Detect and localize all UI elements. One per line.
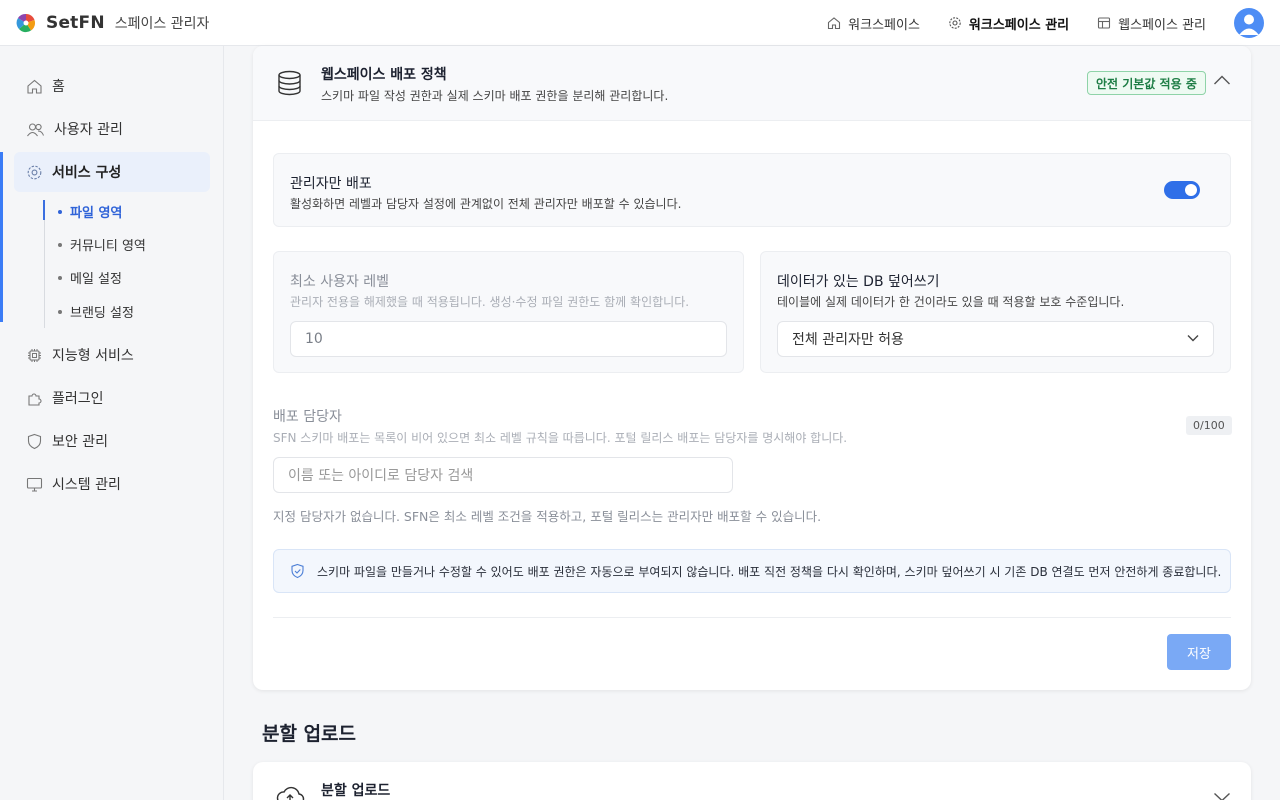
sidebar-item-users[interactable]: 사용자 관리 [14,109,210,149]
brand-name: SetFN [46,12,105,33]
sidebar-subitem-label: 메일 설정 [70,272,122,287]
sidebar-item-home[interactable]: 홈 [14,66,210,106]
sidebar-item-label: 보안 관리 [52,434,108,450]
sidebar-subitem-community[interactable]: 커뮤니티 영역 [58,235,146,254]
db-overwrite-box: 데이터가 있는 DB 덮어쓰기 테이블에 실제 데이터가 한 건이라도 있을 때… [760,251,1231,373]
topnav-webspace-admin[interactable]: 웹스페이스 관리 [1097,14,1206,33]
sidebar-active-accent [0,152,3,322]
sidebar-subitem-label: 커뮤니티 영역 [70,239,146,254]
sidebar-item-system[interactable]: 시스템 관리 [14,464,210,504]
submenu-active-bar [43,200,45,220]
puzzle-icon [28,392,42,406]
sidebar-subitem-branding[interactable]: 브랜딩 설정 [58,302,134,321]
brand-logo-icon [16,13,36,32]
brand-subtitle: 스페이스 관리자 [114,15,210,32]
sidebar-item-label: 시스템 관리 [52,477,121,493]
db-overwrite-description: 테이블에 실제 데이터가 한 건이라도 있을 때 적용할 보호 수준입니다. [777,295,1125,309]
chevron-down-icon [1187,335,1199,342]
sidebar-item-service-config[interactable]: 서비스 구성 [14,152,210,192]
deploy-policy-card: 웹스페이스 배포 정책 스키마 파일 작성 권한과 실제 스키마 배포 권한을 … [253,46,1251,690]
shield-icon [27,433,42,449]
user-avatar-icon [1239,14,1259,35]
bullet-icon [58,209,62,214]
card-description: 스키마 파일 작성 권한과 실제 스키마 배포 권한을 분리해 관리합니다. [321,89,669,103]
bullet-icon [58,309,62,314]
topnav-label: 워크스페이스 [848,17,920,33]
status-badge: 안전 기본값 적용 중 [1087,71,1206,95]
brand[interactable]: SetFN 스페이스 관리자 [0,13,209,33]
save-button[interactable]: 저장 [1167,634,1231,670]
admin-only-title: 관리자만 배포 [290,176,372,192]
bullet-icon [58,242,62,247]
db-overwrite-selected: 전체 관리자만 허용 [792,332,904,348]
bullet-icon [58,275,62,280]
info-note-text: 스키마 파일을 만들거나 수정할 수 있어도 배포 권한은 자동으로 부여되지 … [317,564,1222,579]
users-icon [27,122,45,136]
deployers-title: 배포 담당자 [273,409,342,425]
cloud-upload-icon [276,786,305,800]
chevron-up-icon[interactable] [1213,74,1231,86]
split-upload-card-title: 분할 업로드 [321,783,391,799]
monitor-icon [26,477,43,492]
min-level-description: 관리자 전용을 해제했을 때 적용됩니다. 생성·수정 파일 권한도 함께 확인… [290,295,690,309]
sidebar-item-intelligent[interactable]: 지능형 서비스 [14,335,210,375]
deployers-counter: 0/100 [1186,416,1232,435]
section-title-split-upload: 분할 업로드 [262,723,357,745]
deployers-empty-text: 지정 담당자가 없습니다. SFN은 최소 레벨 조건을 적용하고, 포털 릴리… [273,509,822,524]
topnav-workspace-admin[interactable]: 워크스페이스 관리 [948,14,1069,33]
chip-icon [28,348,41,362]
sidebar-item-label: 플러그인 [52,391,104,407]
divider [273,617,1231,618]
split-upload-card[interactable]: 분할 업로드 [253,762,1251,800]
topnav-workspace[interactable]: 워크스페이스 [827,14,920,33]
info-note: 스키마 파일을 만들거나 수정할 수 있어도 배포 권한은 자동으로 부여되지 … [273,549,1231,593]
min-level-box: 최소 사용자 레벨 관리자 전용을 해제했을 때 적용됩니다. 생성·수정 파일… [273,251,744,373]
min-level-title: 최소 사용자 레벨 [290,274,390,290]
topnav-label: 웹스페이스 관리 [1118,17,1206,33]
home-icon [828,17,841,30]
sidebar-item-label: 서비스 구성 [52,165,122,181]
sidebar-subitem-label: 브랜딩 설정 [70,306,134,321]
sidebar-subitem-mail[interactable]: 메일 설정 [58,268,122,287]
sidebar-item-security[interactable]: 보안 관리 [14,421,210,461]
sidebar: 홈 사용자 관리 서비스 구성 파일 영역 커뮤니티 영역 메일 설정 브랜딩 … [0,46,224,800]
admin-only-box: 관리자만 배포 활성화하면 레벨과 담당자 설정에 관계없이 전체 관리자만 배… [273,153,1231,227]
deployer-search-input[interactable]: 이름 또는 아이디로 담당자 검색 [273,457,733,493]
gear-icon [949,17,961,29]
shield-check-icon [291,563,304,579]
gear-icon [27,165,42,179]
min-level-input[interactable]: 10 [290,321,727,357]
deployers-description: SFN 스키마 배포는 목록이 비어 있으면 최소 레벨 규칙을 따릅니다. 포… [273,431,848,445]
db-overwrite-title: 데이터가 있는 DB 덮어쓰기 [777,274,940,290]
admin-only-toggle[interactable] [1164,181,1200,199]
db-overwrite-select[interactable]: 전체 관리자만 허용 [777,321,1214,357]
sidebar-subitem-file-area[interactable]: 파일 영역 [58,202,122,221]
sidebar-item-label: 지능형 서비스 [52,348,134,364]
top-bar: SetFN 스페이스 관리자 워크스페이스 워크스페이스 관리 웹스페이스 관리 [0,0,1280,46]
layout-icon [1098,17,1111,29]
top-nav: 워크스페이스 워크스페이스 관리 웹스페이스 관리 [799,0,1206,46]
sidebar-item-plugin[interactable]: 플러그인 [14,378,210,418]
chevron-down-icon[interactable] [1213,792,1231,800]
home-icon [27,79,42,94]
database-icon [278,70,301,96]
sidebar-item-label: 사용자 관리 [54,122,123,138]
card-header[interactable]: 웹스페이스 배포 정책 스키마 파일 작성 권한과 실제 스키마 배포 권한을 … [253,46,1251,121]
topnav-label: 워크스페이스 관리 [968,17,1070,33]
avatar[interactable] [1234,8,1264,38]
sidebar-subitem-label: 파일 영역 [70,206,123,221]
admin-only-description: 활성화하면 레벨과 담당자 설정에 관계없이 전체 관리자만 배포할 수 있습니… [290,197,682,211]
card-title: 웹스페이스 배포 정책 [321,67,447,83]
sidebar-item-label: 홈 [52,79,65,95]
